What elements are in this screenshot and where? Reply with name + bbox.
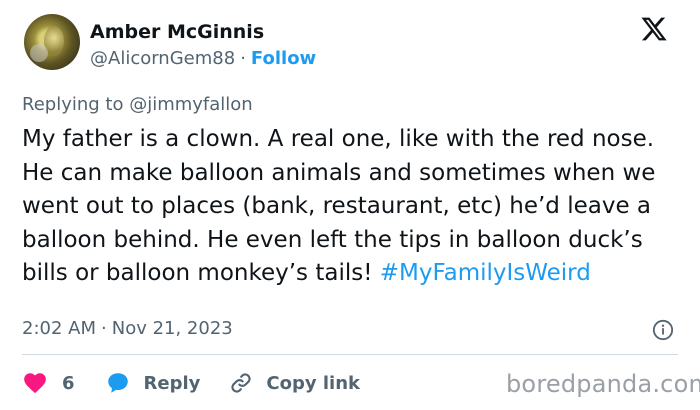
tweet-timestamp[interactable]: 2:02 AM · Nov 21, 2023	[22, 318, 233, 340]
avatar-figure-accent	[30, 44, 48, 62]
x-logo-icon[interactable]	[640, 15, 668, 43]
avatar[interactable]	[24, 14, 80, 70]
tweet-body: My father is a clown. A real one, like w…	[22, 123, 682, 291]
speech-bubble-icon	[107, 373, 128, 393]
author-handle-line: @AlicornGem88 · Follow	[90, 48, 316, 70]
copy-link-label: Copy link	[266, 372, 360, 394]
follow-button[interactable]: Follow	[251, 48, 316, 69]
link-icon	[231, 373, 252, 393]
reply-button[interactable]: Reply	[105, 370, 201, 396]
tweet-date: Nov 21, 2023	[111, 318, 233, 339]
separator: ·	[101, 318, 107, 339]
hashtag-link[interactable]: #MyFamilyIsWeird	[380, 260, 591, 286]
like-count: 6	[62, 372, 75, 394]
action-bar: 6 Reply Copy link	[22, 370, 360, 396]
reply-context: Replying to @jimmyfallon	[22, 94, 253, 115]
author-handle[interactable]: @AlicornGem88	[90, 48, 235, 69]
tweet-time: 2:02 AM	[22, 318, 96, 339]
author-name[interactable]: Amber McGinnis	[90, 20, 264, 44]
separator: ·	[240, 48, 246, 69]
divider	[22, 354, 678, 355]
info-icon[interactable]	[652, 319, 674, 341]
heart-icon	[24, 373, 46, 394]
watermark: boredpanda.com	[506, 370, 700, 398]
copy-link-button[interactable]: Copy link	[228, 370, 360, 396]
reply-label: Reply	[143, 372, 201, 394]
like-button[interactable]: 6	[22, 370, 75, 396]
